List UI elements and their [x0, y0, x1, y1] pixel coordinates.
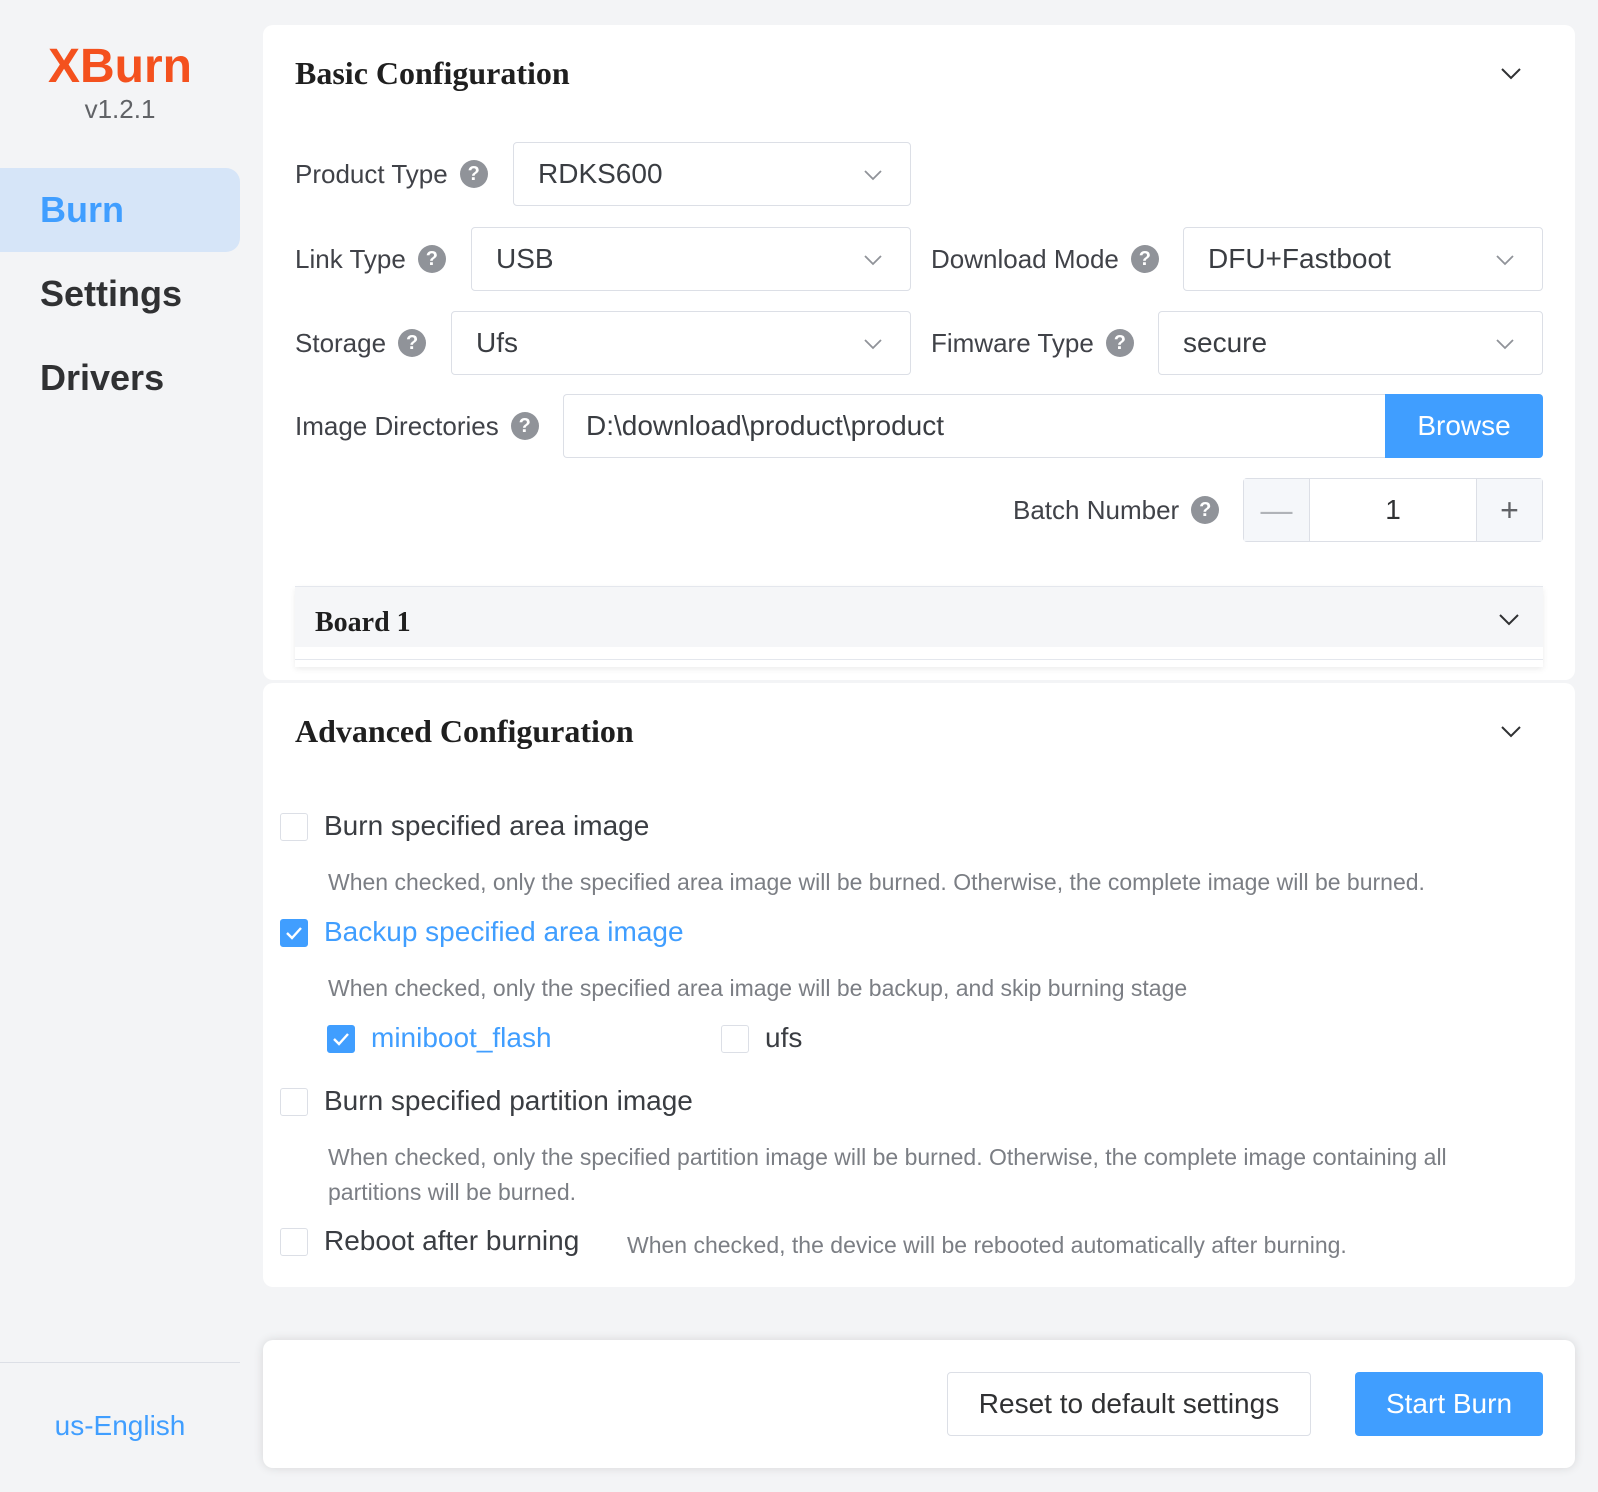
advanced-configuration-title: Advanced Configuration: [295, 713, 634, 749]
burn-partition-label[interactable]: Burn specified partition image: [324, 1085, 693, 1117]
chevron-down-icon[interactable]: [1499, 719, 1523, 743]
chevron-down-icon: [1494, 249, 1516, 271]
download-mode-label: Download Mode ?: [931, 227, 1159, 291]
question-circle-icon[interactable]: ?: [459, 160, 488, 188]
miniboot-flash-checkbox[interactable]: [327, 1025, 355, 1053]
download-mode-value: DFU+Fastboot: [1208, 243, 1391, 274]
browse-button[interactable]: Browse: [1385, 394, 1543, 458]
burn-partition-hint-line-2: partitions will be burned.: [328, 1179, 577, 1205]
burn-area-hint: When checked, only the specified area im…: [328, 869, 1425, 895]
chevron-down-icon[interactable]: [1499, 61, 1523, 85]
reboot-hint: When checked, the device will be reboote…: [627, 1232, 1347, 1258]
burn-partition-checkbox[interactable]: [280, 1088, 308, 1116]
backup-area-label[interactable]: Backup specified area image: [324, 916, 684, 948]
divider: [295, 659, 1543, 660]
link-type-select[interactable]: USB: [471, 227, 911, 291]
action-bar: Reset to default settings Start Burn: [263, 1340, 1575, 1468]
link-type-label-text: Link Type: [295, 243, 406, 274]
firmware-type-select[interactable]: secure: [1158, 311, 1543, 375]
burn-partition-hint: When checked, only the specified partiti…: [328, 1140, 1548, 1210]
storage-label: Storage ?: [295, 311, 427, 375]
chevron-down-icon: [862, 333, 884, 355]
link-type-label: Link Type ?: [295, 227, 446, 291]
reset-default-button[interactable]: Reset to default settings: [947, 1372, 1311, 1436]
batch-number-label-text: Batch Number: [1013, 494, 1180, 525]
image-directory-value: D:\download\product\product: [586, 410, 944, 441]
image-directories-label-text: Image Directories: [295, 410, 499, 441]
advanced-configuration-panel: Advanced Configuration Burn specified ar…: [263, 683, 1575, 1287]
storage-value: Ufs: [476, 327, 518, 358]
product-type-label: Product Type ?: [295, 142, 488, 206]
sidebar: XBurn v1.2.1 Burn Settings Drivers us-En…: [0, 0, 240, 1492]
firmware-type-label: Fimware Type ?: [931, 311, 1134, 375]
language-selector[interactable]: us-English: [0, 1410, 240, 1442]
batch-number-label: Batch Number ?: [1013, 478, 1220, 542]
ufs-checkbox[interactable]: [721, 1025, 749, 1053]
download-mode-select[interactable]: DFU+Fastboot: [1183, 227, 1543, 291]
chevron-down-icon: [862, 249, 884, 271]
basic-configuration-panel: Basic Configuration Product Type ? RDKS6…: [263, 25, 1575, 680]
chevron-down-icon: [1494, 333, 1516, 355]
miniboot-flash-label[interactable]: miniboot_flash: [371, 1022, 552, 1054]
firmware-type-label-text: Fimware Type: [931, 327, 1094, 358]
board-title: Board 1: [315, 607, 411, 638]
batch-number-value[interactable]: 1: [1310, 479, 1476, 541]
reboot-checkbox[interactable]: [280, 1228, 308, 1256]
check-icon: [333, 1033, 349, 1046]
check-icon: [286, 927, 302, 940]
nav-item-drivers[interactable]: Drivers: [0, 336, 240, 420]
storage-label-text: Storage: [295, 327, 387, 358]
decrement-button[interactable]: —: [1244, 479, 1310, 541]
chevron-down-icon[interactable]: [1497, 607, 1521, 631]
question-circle-icon[interactable]: ?: [398, 329, 427, 357]
question-circle-icon[interactable]: ?: [1105, 329, 1134, 357]
product-type-value: RDKS600: [538, 158, 663, 189]
ufs-label[interactable]: ufs: [765, 1022, 802, 1054]
image-directories-label: Image Directories ?: [295, 394, 539, 458]
link-type-value: USB: [496, 243, 554, 274]
backup-area-hint: When checked, only the specified area im…: [328, 975, 1188, 1001]
burn-area-label[interactable]: Burn specified area image: [324, 810, 649, 842]
sidebar-divider: [0, 1362, 240, 1363]
backup-area-checkbox[interactable]: [280, 919, 308, 947]
burn-area-checkbox[interactable]: [280, 813, 308, 841]
question-circle-icon[interactable]: ?: [510, 412, 539, 440]
chevron-down-icon: [862, 164, 884, 186]
increment-button[interactable]: +: [1476, 479, 1542, 541]
question-circle-icon[interactable]: ?: [1130, 245, 1159, 273]
product-type-select[interactable]: RDKS600: [513, 142, 911, 206]
download-mode-label-text: Download Mode: [931, 243, 1119, 274]
app-version: v1.2.1: [84, 94, 156, 124]
storage-select[interactable]: Ufs: [451, 311, 911, 375]
question-circle-icon[interactable]: ?: [417, 245, 446, 273]
question-circle-icon[interactable]: ?: [1191, 496, 1220, 524]
image-directory-input[interactable]: D:\download\product\product: [563, 394, 1385, 458]
firmware-type-value: secure: [1183, 327, 1268, 358]
nav-item-burn[interactable]: Burn: [0, 168, 240, 252]
product-type-label-text: Product Type: [295, 158, 448, 189]
nav-item-settings[interactable]: Settings: [0, 252, 240, 336]
board-1-panel[interactable]: Board 1: [295, 586, 1543, 667]
burn-partition-hint-line-1: When checked, only the specified partiti…: [328, 1144, 1447, 1170]
batch-number-stepper[interactable]: — 1 +: [1243, 478, 1543, 542]
basic-configuration-title: Basic Configuration: [295, 55, 570, 91]
board-body: [295, 647, 1543, 667]
start-burn-button[interactable]: Start Burn: [1355, 1372, 1543, 1436]
reboot-label[interactable]: Reboot after burning: [324, 1225, 579, 1257]
app-logo: XBurn: [48, 40, 192, 93]
